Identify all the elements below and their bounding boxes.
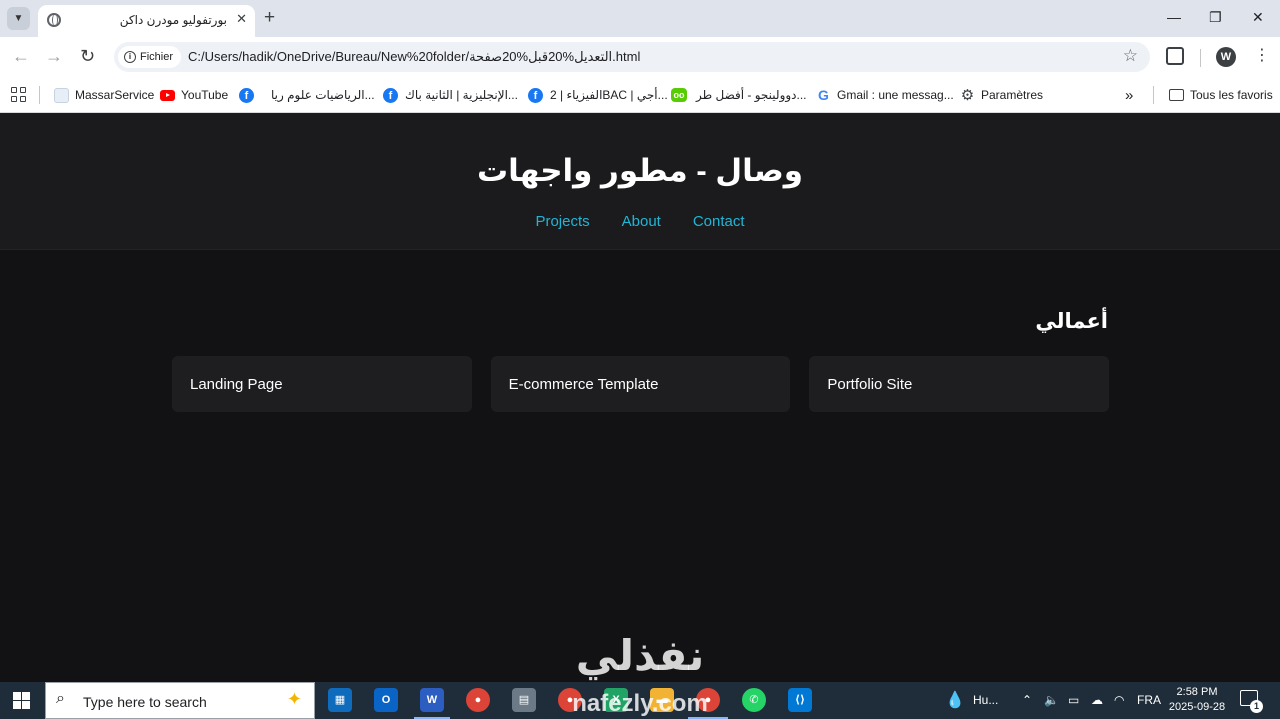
notification-badge: 1 [1250, 700, 1263, 713]
close-window-button[interactable]: ✕ [1252, 9, 1264, 26]
onedrive-icon[interactable]: ☁ [1091, 693, 1103, 707]
bookmarks-divider [1153, 86, 1154, 104]
bookmark-label: الرياضيات علوم ريا... [271, 88, 375, 102]
taskbar-clock[interactable]: 2:58 PM 2025-09-28 [1166, 685, 1228, 715]
project-card-ecommerce[interactable]: E-commerce Template [490, 356, 791, 412]
url-text[interactable]: C:/Users/hadik/OneDrive/Bureau/New%20fol… [188, 49, 640, 65]
site-info-chip[interactable]: i Fichier [118, 46, 182, 68]
bookmark-label: Paramètres [981, 88, 1044, 102]
browser-toolbar: ← → ↻ i Fichier C:/Users/hadik/OneDrive/… [0, 37, 1280, 77]
bookmark-label: الفيزياء | 2BAC | أجي... [550, 88, 668, 102]
site-nav: Projects About Contact [0, 213, 1280, 230]
nav-link-contact[interactable]: Contact [693, 213, 745, 230]
bookmark-label: دوولينجو - أفضل طر... [696, 88, 807, 102]
site-info-label: Fichier [140, 51, 174, 63]
extensions-icon[interactable] [1166, 47, 1184, 65]
active-tab[interactable]: بورتفوليو مودرن داكن ✕ [38, 5, 255, 37]
bookmark-massarservice[interactable]: MassarService [54, 86, 154, 104]
word-icon[interactable]: W [420, 688, 444, 712]
bookmark-youtube[interactable]: YouTube [160, 86, 228, 104]
toolbar-divider [1200, 49, 1201, 67]
all-bookmarks-label: Tous les favoris [1190, 88, 1273, 102]
bookmark-english[interactable]: f الإنجليزية | الثانية باك... [383, 86, 518, 104]
tab-title: بورتفوليو مودرن داكن [119, 13, 227, 27]
forward-arrow-icon[interactable]: → [45, 46, 63, 66]
windows-start-icon[interactable] [13, 692, 30, 709]
facebook-icon: f [239, 87, 254, 103]
duolingo-icon: oo [671, 88, 687, 102]
apps-grid-icon[interactable] [11, 87, 26, 102]
info-icon: i [124, 51, 136, 63]
tab-search-button[interactable]: ▼ [7, 7, 30, 30]
reload-icon[interactable]: ↻ [80, 46, 95, 66]
taskbar-search[interactable]: ⌕ Type here to search ✦ [45, 682, 315, 719]
battery-icon[interactable]: ▭ [1068, 693, 1079, 707]
tray-chevron-icon[interactable]: ⌃ [1022, 693, 1032, 707]
vscode-icon[interactable]: ⟨⟩ [788, 688, 812, 712]
taskbar-search-placeholder: Type here to search [83, 694, 207, 710]
bookmark-parametres[interactable]: ⚙ Paramètres [960, 86, 1043, 104]
language-indicator[interactable]: FRA [1137, 693, 1161, 707]
minimize-button[interactable]: — [1167, 9, 1181, 25]
site-header: وصال - مطور واجهات Projects About Contac… [0, 113, 1280, 250]
bookmark-star-icon[interactable]: ☆ [1123, 46, 1138, 66]
youtube-icon [160, 89, 175, 101]
restore-button[interactable]: ❐ [1209, 9, 1222, 26]
nav-link-about[interactable]: About [622, 213, 661, 230]
bookmark-label: MassarService [75, 88, 155, 102]
bookmarks-overflow-button[interactable]: » [1125, 86, 1133, 104]
bookmark-physics[interactable]: f الفيزياء | 2BAC | أجي... [528, 86, 668, 104]
volume-icon[interactable]: 🔈 [1044, 693, 1059, 707]
facebook-icon: f [383, 87, 398, 103]
bookmark-math[interactable]: f الرياضيات علوم ريا... [239, 86, 375, 104]
facebook-icon: f [528, 87, 543, 103]
massar-icon [54, 87, 69, 103]
search-icon: ⌕ [56, 690, 65, 707]
watermark-arabic: نفذلي [575, 632, 705, 679]
bookmark-label: Gmail : une messag... [837, 88, 954, 102]
all-bookmarks-folder[interactable]: Tous les favoris [1169, 86, 1273, 104]
chrome-icon[interactable]: ● [466, 688, 490, 712]
whatsapp-icon[interactable]: ✆ [742, 688, 766, 712]
clock-date: 2025-09-28 [1168, 701, 1226, 713]
outlook-icon[interactable]: O [374, 688, 398, 712]
gear-icon: ⚙ [960, 86, 975, 104]
profile-avatar[interactable]: W [1216, 47, 1236, 67]
project-card-portfolio[interactable]: Portfolio Site [809, 356, 1110, 412]
sparkle-icon: ✦ [286, 689, 302, 709]
bookmarks-bar: MassarService YouTube f الرياضيات علوم ر… [0, 77, 1280, 113]
bookmark-label: الإنجليزية | الثانية باك... [405, 88, 518, 102]
project-card-landing-page[interactable]: Landing Page [172, 356, 472, 412]
bookmark-duolingo[interactable]: oo دوولينجو - أفضل طر... [671, 86, 807, 104]
menu-dots-icon[interactable]: ⋮ [1254, 45, 1270, 65]
weather-label[interactable]: Hu... [973, 693, 998, 707]
google-icon: G [818, 86, 829, 103]
globe-icon [47, 13, 61, 27]
projects-grid: Landing Page E-commerce Template Portfol… [172, 356, 1110, 412]
section-title: أعمالي [1035, 310, 1108, 333]
calculator-icon[interactable]: ▤ [512, 688, 536, 712]
back-arrow-icon[interactable]: ← [12, 46, 30, 66]
bookmark-gmail[interactable]: G Gmail : une messag... [816, 86, 954, 104]
bookmark-label: YouTube [181, 88, 229, 102]
address-bar[interactable]: i Fichier C:/Users/hadik/OneDrive/Bureau… [114, 42, 1150, 72]
bookmarks-divider [39, 86, 40, 104]
watermark-latin: nafezly.com [572, 690, 708, 717]
site-title: وصال - مطور واجهات [476, 153, 804, 188]
new-tab-button[interactable]: + [264, 8, 275, 28]
nav-link-projects[interactable]: Projects [535, 213, 589, 230]
weather-drop-icon: 💧 [945, 692, 965, 709]
browser-tabstrip: ▼ بورتفوليو مودرن داكن ✕ + — ❐ ✕ [0, 0, 1280, 37]
wifi-icon[interactable]: ◠ [1114, 693, 1124, 707]
store-icon[interactable]: ▦ [328, 688, 352, 712]
clock-time: 2:58 PM [1176, 686, 1218, 698]
tab-close-icon[interactable]: ✕ [236, 11, 247, 27]
folder-icon [1169, 89, 1184, 101]
